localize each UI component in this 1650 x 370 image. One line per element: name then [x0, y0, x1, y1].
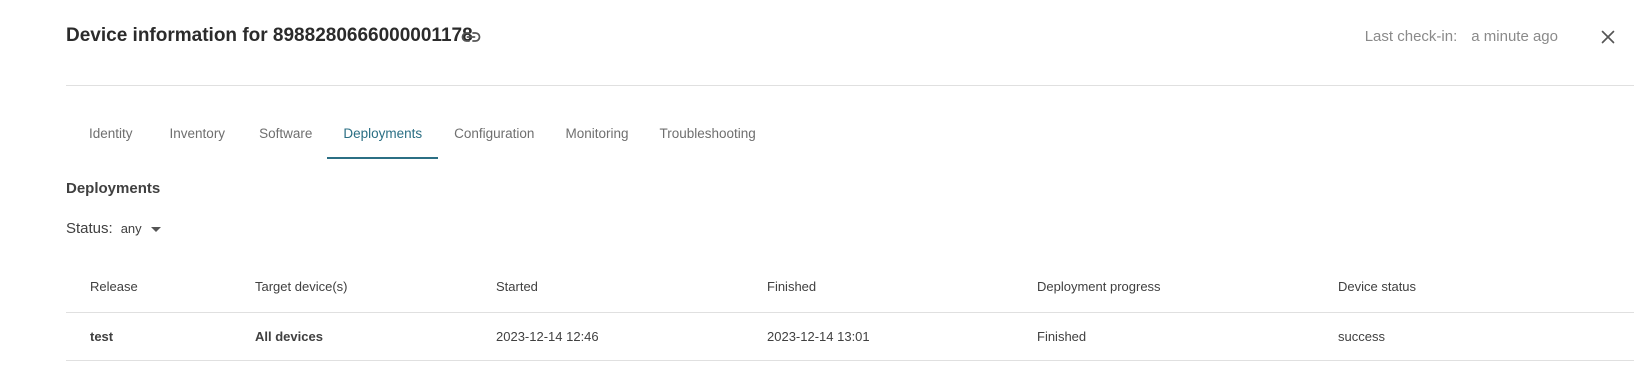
finished-cell: 2023-12-14 13:01 [767, 329, 870, 344]
link-icon[interactable] [459, 25, 483, 49]
tab-inventory[interactable]: Inventory [170, 113, 226, 157]
deployments-table: Release Target device(s) Started Finishe… [66, 266, 1634, 361]
status-filter-label: Status: [66, 220, 113, 237]
tab-identity[interactable]: Identity [89, 113, 133, 157]
column-header-progress: Deployment progress [1037, 279, 1161, 294]
dialog-header: Device information for 89882806660000011… [66, 0, 1634, 86]
tab-bar: Identity Inventory Software Deployments … [66, 113, 756, 159]
progress-cell: Finished [1037, 329, 1087, 344]
table-header: Release Target device(s) Started Finishe… [66, 266, 1634, 313]
column-header-started: Started [496, 279, 538, 294]
column-header-release: Release [90, 279, 138, 294]
target-devices-link[interactable]: All devices [255, 329, 323, 344]
last-checkin-label: Last check-in: [1364, 28, 1458, 45]
device-status-cell: success [1338, 329, 1385, 344]
status-filter: Status: any [66, 220, 161, 237]
status-select[interactable]: any [121, 221, 161, 236]
page-title: Device information for 89882806660000011… [66, 25, 473, 46]
close-icon[interactable] [1597, 26, 1619, 48]
column-header-finished: Finished [767, 279, 817, 294]
last-checkin: Last check-in: a minute ago [1365, 28, 1558, 45]
tab-troubleshooting[interactable]: Troubleshooting [659, 113, 755, 157]
status-select-value: any [120, 221, 142, 236]
column-header-target: Target device(s) [255, 279, 348, 294]
tab-software[interactable]: Software [259, 113, 312, 157]
tab-deployments[interactable]: Deployments [327, 113, 438, 159]
section-title: Deployments [66, 180, 161, 197]
tab-monitoring[interactable]: Monitoring [565, 113, 628, 157]
table-row[interactable]: test All devices 2023-12-14 12:46 2023-1… [66, 313, 1634, 361]
column-header-device-status: Device status [1338, 279, 1417, 294]
release-link[interactable]: test [90, 329, 113, 344]
last-checkin-value: a minute ago [1471, 28, 1558, 45]
chevron-down-icon [150, 227, 161, 232]
tab-configuration[interactable]: Configuration [454, 113, 534, 157]
started-cell: 2023-12-14 12:46 [496, 329, 599, 344]
